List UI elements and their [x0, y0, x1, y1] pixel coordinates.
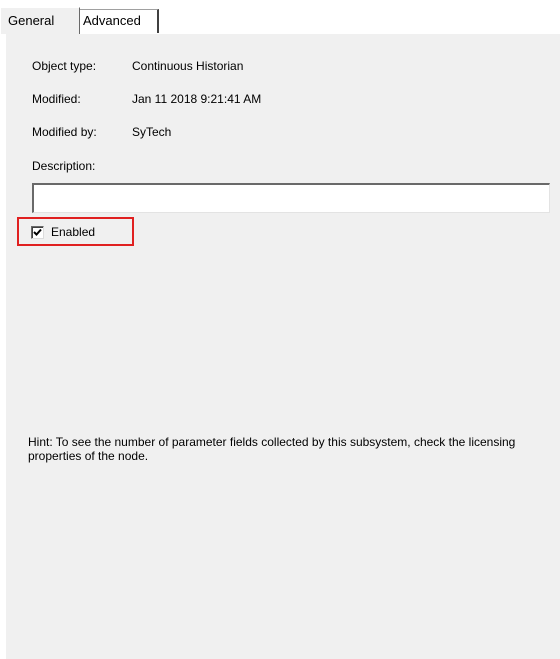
hint-text: Hint: To see the number of parameter fie… — [28, 435, 516, 463]
tab-advanced[interactable]: Advanced — [80, 9, 159, 33]
object-type-value: Continuous Historian — [132, 59, 244, 73]
modified-by-label: Modified by: — [32, 125, 97, 139]
check-icon — [33, 228, 42, 236]
enabled-checkbox[interactable] — [31, 226, 44, 239]
modified-value: Jan 11 2018 9:21:41 AM — [132, 92, 262, 106]
description-label: Description: — [32, 159, 96, 173]
enabled-label[interactable]: Enabled — [51, 225, 95, 240]
general-properties-panel: Object type: Continuous Historian Modifi… — [6, 33, 560, 659]
tab-general[interactable]: General — [0, 7, 80, 34]
description-input[interactable] — [32, 183, 550, 213]
object-type-label: Object type: — [32, 59, 97, 73]
modified-label: Modified: — [32, 92, 81, 106]
modified-by-value: SyTech — [132, 125, 172, 139]
tab-strip: General Advanced — [0, 0, 560, 34]
